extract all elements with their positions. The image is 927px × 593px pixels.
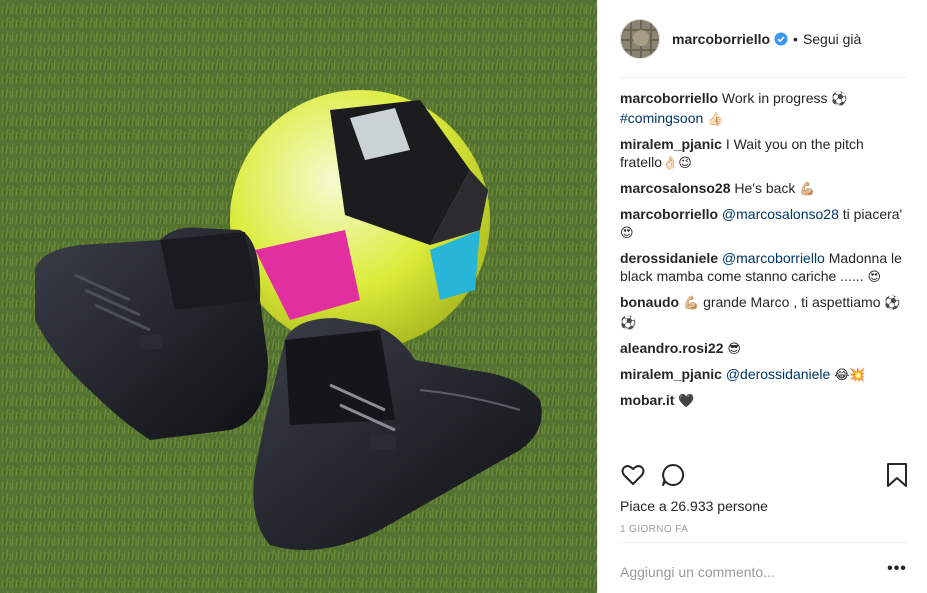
- comment-text: grande Marco , ti aspettiamo: [699, 294, 885, 310]
- comment-username[interactable]: derossidaniele: [620, 250, 718, 266]
- more-options-icon[interactable]: •••: [887, 561, 907, 582]
- comment-item: marcoborriello Work in progress ⚽ #coming…: [620, 89, 906, 129]
- bookmark-icon[interactable]: [884, 462, 912, 490]
- comment-emoji: 👌🏻😉: [662, 156, 692, 171]
- comment-item: miralem_pjanic @derossidaniele 😂💥: [620, 365, 906, 385]
- comment-emoji: 😍: [867, 270, 882, 285]
- post-author-username[interactable]: marcoborriello: [672, 31, 770, 47]
- avatar[interactable]: [620, 19, 660, 59]
- comment-emoji: 💪🏼: [799, 182, 816, 197]
- comment-mention-link[interactable]: @marcoborriello: [722, 250, 825, 266]
- likes-count[interactable]: Piace a 26.933 persone: [620, 498, 768, 514]
- comment-username[interactable]: mobar.it: [620, 392, 674, 408]
- comment-username[interactable]: miralem_pjanic: [620, 136, 722, 152]
- comment-username[interactable]: aleandro.rosi22: [620, 340, 724, 356]
- comment-item: marcosalonso28 He's back 💪🏼: [620, 179, 906, 199]
- comment-item: mobar.it 🖤: [620, 391, 906, 411]
- post-timestamp[interactable]: 1 GIORNO FA: [620, 524, 688, 535]
- comment-item: bonaudo 💪🏼 grande Marco , ti aspettiamo …: [620, 293, 906, 333]
- comment-bubble-icon[interactable]: [660, 462, 688, 490]
- comment-emoji: 👍🏻: [707, 112, 724, 127]
- header-divider: [620, 77, 906, 78]
- following-button[interactable]: Segui già: [803, 31, 861, 47]
- comment-emoji: 🖤: [678, 394, 695, 409]
- follow-separator: •: [793, 31, 798, 47]
- heart-icon[interactable]: [620, 462, 648, 490]
- comment-divider: [620, 542, 906, 543]
- avatar-image: [621, 20, 659, 58]
- verified-badge-icon: [774, 32, 788, 46]
- comment-emoji: 😍: [620, 226, 634, 241]
- comment-emoji: ⚽: [831, 92, 848, 107]
- add-comment-input[interactable]: [620, 562, 850, 582]
- comments-list: marcoborriello Work in progress ⚽ #coming…: [620, 89, 906, 417]
- comment-username[interactable]: marcosalonso28: [620, 180, 731, 196]
- comment-mention-link[interactable]: @marcosalonso28: [722, 206, 839, 222]
- comment-username[interactable]: marcoborriello: [620, 206, 718, 222]
- comment-text: ti piacera': [838, 206, 903, 222]
- comment-emoji: 😂💥: [834, 368, 866, 383]
- comment-item: miralem_pjanic I Wait you on the pitch f…: [620, 135, 906, 173]
- post-photo[interactable]: [0, 0, 597, 593]
- comment-username[interactable]: miralem_pjanic: [620, 366, 722, 382]
- comment-item: derossidaniele @marcoborriello Madonna l…: [620, 249, 906, 287]
- comment-emoji: 💪🏼: [683, 296, 700, 311]
- comment-username[interactable]: bonaudo: [620, 294, 679, 310]
- action-bar: [620, 462, 910, 492]
- comment-emoji: 😎: [727, 342, 741, 357]
- photo-boots-and-ball: [0, 0, 597, 593]
- comment-item: aleandro.rosi22 😎: [620, 339, 906, 359]
- comment-mention-link[interactable]: @derossidaniele: [726, 366, 831, 382]
- post-side-panel: marcoborriello • Segui già marcoborriell…: [597, 0, 927, 593]
- post-header: marcoborriello • Segui già: [620, 17, 906, 61]
- comment-text: Work in progress: [721, 90, 832, 106]
- comment-username[interactable]: marcoborriello: [620, 90, 718, 106]
- comment-text: He's back: [734, 180, 800, 196]
- comment-hashtag-link[interactable]: #comingsoon: [620, 110, 703, 126]
- comment-item: marcoborriello @marcosalonso28 ti piacer…: [620, 205, 906, 243]
